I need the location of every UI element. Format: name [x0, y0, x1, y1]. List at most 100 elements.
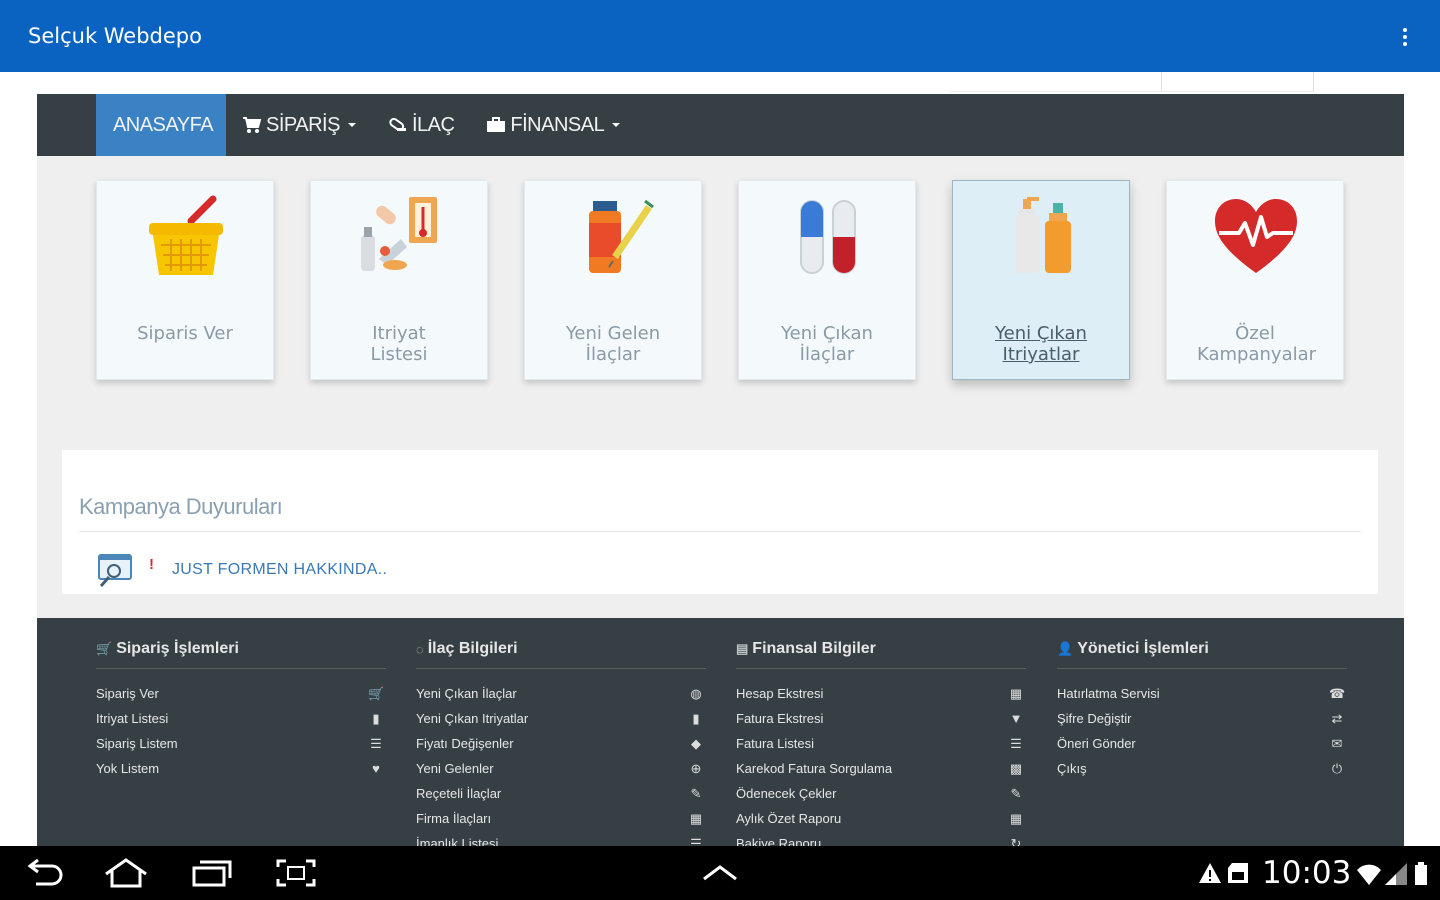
home-icon[interactable] — [102, 856, 150, 890]
footer-link[interactable]: Yeni Çıkan Itriyatlar ▮ — [416, 706, 706, 731]
refresh-icon: ↻ — [1010, 835, 1022, 847]
footer-col-title: Finansal Bilgiler — [752, 640, 876, 657]
footer-link[interactable]: Firma İlaçları ▦ — [416, 806, 706, 831]
qrcode-icon: ▩ — [1009, 760, 1023, 776]
footer-link[interactable]: Fatura Ekstresi ▼ — [736, 706, 1026, 731]
tile-yeni-cikan-itriyatlar[interactable]: Yeni Çıkan Itriyatlar — [952, 180, 1130, 380]
footer-col-finance: ▤ Finansal Bilgiler Hesap Ekstresi ▦ Fatur… — [736, 640, 1026, 846]
capsule-icon — [800, 200, 856, 274]
footer-link-label: Çıkış — [1057, 761, 1087, 776]
medicine-bottle-icon — [589, 199, 654, 273]
footer-link[interactable]: Bakiye Raporu ↻ — [736, 831, 1026, 847]
footer-link-label: Bakiye Raporu — [736, 836, 822, 846]
tile-label: Yeni Çıkan Itriyatlar — [995, 323, 1087, 365]
top-strip-box[interactable] — [950, 72, 1162, 92]
calendar-icon: ▦ — [1009, 685, 1023, 701]
footer-link-label: Fiyatı Değişenler — [416, 736, 514, 751]
divider — [79, 531, 1361, 532]
tile-label: Itriyat Listesi — [370, 323, 428, 365]
footer-link[interactable]: Karekod Fatura Sorgulama ▩ — [736, 756, 1026, 781]
tile-label: Yeni Çıkan İlaçlar — [781, 323, 873, 365]
lotion-bottles-icon — [1015, 197, 1071, 273]
footer-link-label: Fatura Listesi — [736, 736, 815, 751]
nav-drug-label: İLAÇ — [411, 113, 455, 136]
heart-icon: ♥ — [372, 761, 380, 776]
bookmark-icon: ▼ — [1009, 711, 1023, 726]
tile-itriyat-listesi[interactable]: Itriyat Listesi — [310, 180, 488, 380]
footer-link[interactable]: Yeni Gelenler ⊕ — [416, 756, 706, 781]
footer-link[interactable]: Öneri Gönder ✉ — [1057, 731, 1347, 756]
footer-link[interactable]: Şifre Değiştir ⇄ — [1057, 706, 1347, 731]
footer-col-drugs: ◌ İlaç Bilgileri Yeni Çıkan İlaçlar ◍ Yeni… — [416, 640, 706, 846]
footer-col-orders: 🛒 Sipariş İşlemleri Sipariş Ver 🛒 Itriyat … — [96, 640, 386, 781]
footer-link-label: Fatura Ekstresi — [736, 711, 824, 726]
campaign-item[interactable]: ! JUST FORMEN HAKKINDA.. — [97, 550, 387, 590]
footer-link[interactable]: İmanlık Listesi ☰ — [416, 831, 706, 847]
campaign-panel: Kampanya Duyuruları ! JUST FORMEN HAKKIN… — [62, 450, 1378, 594]
retweet-icon: ⇄ — [1331, 710, 1343, 726]
bottle-icon: ▮ — [372, 710, 380, 726]
footer-col-title: Sipariş İşlemleri — [116, 640, 239, 657]
footer-link[interactable]: Hatırlatma Servisi ☎ — [1057, 681, 1347, 706]
tile-label: Özel Kampanyalar — [1197, 323, 1317, 365]
footer-link-label: Ödenecek Çekler — [736, 786, 837, 801]
footer-link-label: Yeni Çıkan Itriyatlar — [416, 711, 529, 726]
footer-link-label: Şifre Değiştir — [1057, 711, 1132, 726]
chevron-down-icon — [612, 123, 621, 127]
footer-link[interactable]: Fatura Listesi ☰ — [736, 731, 1026, 756]
footer-col-admin: 👤 Yönetici İşlemleri Hatırlatma Servisi ☎ … — [1057, 640, 1347, 781]
tag-icon: ◆ — [691, 735, 701, 751]
footer-link[interactable]: Fiyatı Değişenler ◆ — [416, 731, 706, 756]
nav-order[interactable]: SİPARİŞ — [226, 94, 372, 156]
nav-home[interactable]: ANASAYFA — [96, 94, 226, 156]
shortcut-tiles: Siparis Ver Itriyat Listesi Yeni Gelen İ… — [37, 156, 1404, 432]
footer-link[interactable]: Sipariş Ver 🛒 — [96, 681, 386, 706]
footer-link-label: Itriyat Listesi — [96, 711, 169, 726]
tile-label: Yeni Gelen İlaçlar — [565, 323, 661, 365]
monitor-search-icon — [98, 554, 132, 587]
list-icon: ☰ — [370, 735, 382, 751]
nav-finance[interactable]: FİNANSAL — [470, 94, 636, 156]
footer-link[interactable]: Reçeteli İlaçlar ✎ — [416, 781, 706, 806]
footer-link[interactable]: Aylık Özet Raporu ▦ — [736, 806, 1026, 831]
sd-card-icon — [1228, 863, 1248, 883]
screenshot-icon[interactable] — [272, 856, 320, 890]
footer-link-label: Hesap Ekstresi — [736, 686, 824, 701]
list-icon: ☰ — [690, 835, 702, 847]
tile-yeni-cikan-ilaclar[interactable]: Yeni Çıkan İlaçlar — [738, 180, 916, 380]
edit-icon: ✎ — [1010, 785, 1022, 801]
footer-link-label: Aylık Özet Raporu — [736, 811, 842, 826]
briefcase-icon — [487, 117, 506, 132]
system-navigation-bar: 10:03 — [0, 846, 1440, 900]
nav-drug[interactable]: İLAÇ — [372, 94, 470, 156]
status-clock: 10:03 — [1262, 855, 1352, 891]
campaign-link[interactable]: JUST FORMEN HAKKINDA.. — [172, 561, 387, 579]
wifi-icon — [1357, 864, 1381, 885]
cart-icon: 🛒 — [96, 641, 113, 656]
top-strip-box[interactable] — [1162, 72, 1314, 92]
nav-finance-label: FİNANSAL — [510, 113, 605, 136]
footer-link[interactable]: Ödenecek Çekler ✎ — [736, 781, 1026, 806]
overflow-menu-icon[interactable] — [1392, 24, 1418, 50]
back-icon[interactable] — [20, 856, 68, 890]
footer-link-label: Öneri Gönder — [1057, 736, 1136, 751]
recent-apps-icon[interactable] — [188, 856, 236, 890]
tile-ozel-kampanyalar[interactable]: Özel Kampanyalar — [1166, 180, 1344, 380]
footer-link[interactable]: Çıkış ⏻ — [1057, 756, 1347, 781]
heartbeat-icon — [1215, 199, 1297, 273]
chevron-up-icon[interactable] — [696, 856, 744, 890]
footer-link-label: Hatırlatma Servisi — [1057, 686, 1160, 701]
footer-link[interactable]: Sipariş Listem ☰ — [96, 731, 386, 756]
shopping-basket-icon — [149, 195, 223, 275]
footer-link[interactable]: Yok Listem ♥ — [96, 756, 386, 781]
footer-link[interactable]: Hesap Ekstresi ▦ — [736, 681, 1026, 706]
footer-link-label: Firma İlaçları — [416, 811, 492, 826]
tile-siparis-ver[interactable]: Siparis Ver — [96, 180, 274, 380]
chevron-down-icon — [347, 123, 356, 127]
tile-yeni-gelen-ilaclar[interactable]: Yeni Gelen İlaçlar — [524, 180, 702, 380]
main-navbar: ANASAYFA SİPARİŞ İLAÇ FİNANSAL — [37, 94, 1404, 156]
footer-link[interactable]: Itriyat Listesi ▮ — [96, 706, 386, 731]
power-icon: ⏻ — [1331, 760, 1343, 776]
nav-home-label: ANASAYFA — [112, 113, 214, 136]
footer-link[interactable]: Yeni Çıkan İlaçlar ◍ — [416, 681, 706, 706]
